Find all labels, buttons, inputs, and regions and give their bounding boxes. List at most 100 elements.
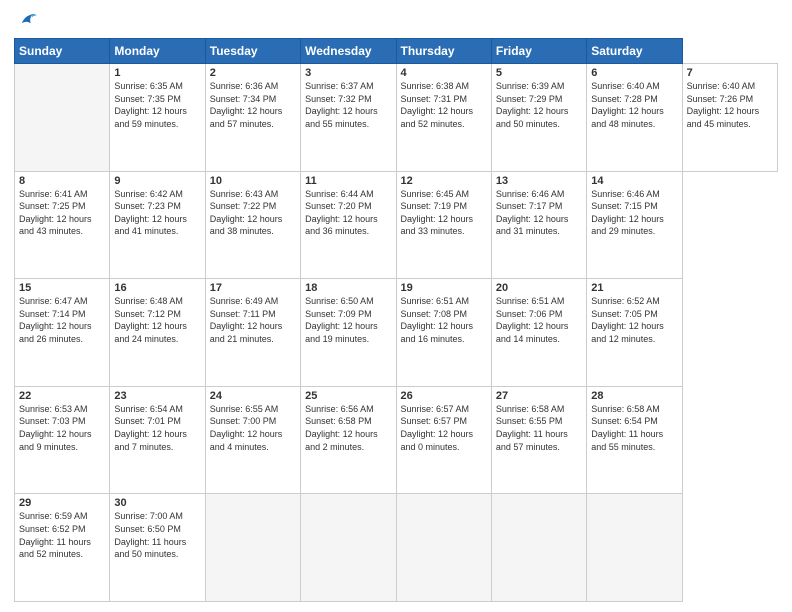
day-detail: Sunrise: 6:37 AMSunset: 7:32 PMDaylight:…	[305, 80, 391, 130]
day-detail: Sunrise: 6:47 AMSunset: 7:14 PMDaylight:…	[19, 295, 105, 345]
col-header-monday: Monday	[110, 39, 205, 64]
calendar-day: 4Sunrise: 6:38 AMSunset: 7:31 PMDaylight…	[396, 64, 491, 172]
day-number: 5	[496, 67, 582, 79]
col-header-sunday: Sunday	[15, 39, 110, 64]
calendar-day: 9Sunrise: 6:42 AMSunset: 7:23 PMDaylight…	[110, 171, 205, 279]
calendar-day	[587, 494, 682, 602]
day-detail: Sunrise: 6:35 AMSunset: 7:35 PMDaylight:…	[114, 80, 200, 130]
calendar-day: 21Sunrise: 6:52 AMSunset: 7:05 PMDayligh…	[587, 279, 682, 387]
day-number: 8	[19, 175, 105, 187]
page: SundayMondayTuesdayWednesdayThursdayFrid…	[0, 0, 792, 612]
day-number: 21	[591, 282, 677, 294]
day-number: 23	[114, 390, 200, 402]
day-number: 2	[210, 67, 296, 79]
day-detail: Sunrise: 6:43 AMSunset: 7:22 PMDaylight:…	[210, 188, 296, 238]
day-detail: Sunrise: 6:51 AMSunset: 7:06 PMDaylight:…	[496, 295, 582, 345]
calendar-day: 1Sunrise: 6:35 AMSunset: 7:35 PMDaylight…	[110, 64, 205, 172]
calendar-body: 1Sunrise: 6:35 AMSunset: 7:35 PMDaylight…	[15, 64, 778, 602]
col-header-friday: Friday	[491, 39, 586, 64]
day-detail: Sunrise: 6:50 AMSunset: 7:09 PMDaylight:…	[305, 295, 391, 345]
day-detail: Sunrise: 6:41 AMSunset: 7:25 PMDaylight:…	[19, 188, 105, 238]
calendar-week-row: 22Sunrise: 6:53 AMSunset: 7:03 PMDayligh…	[15, 386, 778, 494]
calendar-day: 16Sunrise: 6:48 AMSunset: 7:12 PMDayligh…	[110, 279, 205, 387]
calendar-day: 10Sunrise: 6:43 AMSunset: 7:22 PMDayligh…	[205, 171, 300, 279]
calendar-day: 14Sunrise: 6:46 AMSunset: 7:15 PMDayligh…	[587, 171, 682, 279]
calendar-day: 24Sunrise: 6:55 AMSunset: 7:00 PMDayligh…	[205, 386, 300, 494]
day-number: 14	[591, 175, 677, 187]
calendar-day	[301, 494, 396, 602]
col-header-saturday: Saturday	[587, 39, 682, 64]
day-detail: Sunrise: 6:44 AMSunset: 7:20 PMDaylight:…	[305, 188, 391, 238]
col-header-thursday: Thursday	[396, 39, 491, 64]
calendar-day: 28Sunrise: 6:58 AMSunset: 6:54 PMDayligh…	[587, 386, 682, 494]
day-number: 29	[19, 497, 105, 509]
day-number: 11	[305, 175, 391, 187]
calendar-day: 11Sunrise: 6:44 AMSunset: 7:20 PMDayligh…	[301, 171, 396, 279]
day-detail: Sunrise: 7:00 AMSunset: 6:50 PMDaylight:…	[114, 510, 200, 560]
logo-bird-icon	[16, 10, 38, 32]
day-number: 4	[401, 67, 487, 79]
day-number: 28	[591, 390, 677, 402]
calendar-day: 3Sunrise: 6:37 AMSunset: 7:32 PMDaylight…	[301, 64, 396, 172]
calendar-week-row: 1Sunrise: 6:35 AMSunset: 7:35 PMDaylight…	[15, 64, 778, 172]
calendar-week-row: 29Sunrise: 6:59 AMSunset: 6:52 PMDayligh…	[15, 494, 778, 602]
calendar-day: 2Sunrise: 6:36 AMSunset: 7:34 PMDaylight…	[205, 64, 300, 172]
day-detail: Sunrise: 6:36 AMSunset: 7:34 PMDaylight:…	[210, 80, 296, 130]
day-detail: Sunrise: 6:49 AMSunset: 7:11 PMDaylight:…	[210, 295, 296, 345]
day-detail: Sunrise: 6:53 AMSunset: 7:03 PMDaylight:…	[19, 403, 105, 453]
calendar-day: 12Sunrise: 6:45 AMSunset: 7:19 PMDayligh…	[396, 171, 491, 279]
day-detail: Sunrise: 6:51 AMSunset: 7:08 PMDaylight:…	[401, 295, 487, 345]
day-detail: Sunrise: 6:40 AMSunset: 7:28 PMDaylight:…	[591, 80, 677, 130]
day-number: 26	[401, 390, 487, 402]
calendar-day	[396, 494, 491, 602]
calendar-day: 25Sunrise: 6:56 AMSunset: 6:58 PMDayligh…	[301, 386, 396, 494]
day-number: 27	[496, 390, 582, 402]
day-number: 19	[401, 282, 487, 294]
calendar-day	[491, 494, 586, 602]
day-detail: Sunrise: 6:59 AMSunset: 6:52 PMDaylight:…	[19, 510, 105, 560]
day-detail: Sunrise: 6:39 AMSunset: 7:29 PMDaylight:…	[496, 80, 582, 130]
calendar-day: 6Sunrise: 6:40 AMSunset: 7:28 PMDaylight…	[587, 64, 682, 172]
day-number: 24	[210, 390, 296, 402]
calendar-day	[205, 494, 300, 602]
day-detail: Sunrise: 6:56 AMSunset: 6:58 PMDaylight:…	[305, 403, 391, 453]
calendar-day: 26Sunrise: 6:57 AMSunset: 6:57 PMDayligh…	[396, 386, 491, 494]
calendar-day: 5Sunrise: 6:39 AMSunset: 7:29 PMDaylight…	[491, 64, 586, 172]
calendar-table: SundayMondayTuesdayWednesdayThursdayFrid…	[14, 38, 778, 602]
calendar-day: 27Sunrise: 6:58 AMSunset: 6:55 PMDayligh…	[491, 386, 586, 494]
col-header-tuesday: Tuesday	[205, 39, 300, 64]
day-number: 18	[305, 282, 391, 294]
calendar-day: 19Sunrise: 6:51 AMSunset: 7:08 PMDayligh…	[396, 279, 491, 387]
calendar-day: 13Sunrise: 6:46 AMSunset: 7:17 PMDayligh…	[491, 171, 586, 279]
day-detail: Sunrise: 6:58 AMSunset: 6:55 PMDaylight:…	[496, 403, 582, 453]
day-number: 1	[114, 67, 200, 79]
day-detail: Sunrise: 6:48 AMSunset: 7:12 PMDaylight:…	[114, 295, 200, 345]
day-number: 17	[210, 282, 296, 294]
day-detail: Sunrise: 6:42 AMSunset: 7:23 PMDaylight:…	[114, 188, 200, 238]
day-detail: Sunrise: 6:55 AMSunset: 7:00 PMDaylight:…	[210, 403, 296, 453]
day-number: 7	[687, 67, 773, 79]
day-number: 22	[19, 390, 105, 402]
calendar-day: 23Sunrise: 6:54 AMSunset: 7:01 PMDayligh…	[110, 386, 205, 494]
calendar-day: 7Sunrise: 6:40 AMSunset: 7:26 PMDaylight…	[682, 64, 777, 172]
day-detail: Sunrise: 6:38 AMSunset: 7:31 PMDaylight:…	[401, 80, 487, 130]
calendar-day: 18Sunrise: 6:50 AMSunset: 7:09 PMDayligh…	[301, 279, 396, 387]
day-number: 3	[305, 67, 391, 79]
calendar-week-row: 15Sunrise: 6:47 AMSunset: 7:14 PMDayligh…	[15, 279, 778, 387]
day-number: 25	[305, 390, 391, 402]
day-detail: Sunrise: 6:40 AMSunset: 7:26 PMDaylight:…	[687, 80, 773, 130]
calendar-day: 15Sunrise: 6:47 AMSunset: 7:14 PMDayligh…	[15, 279, 110, 387]
calendar-day: 30Sunrise: 7:00 AMSunset: 6:50 PMDayligh…	[110, 494, 205, 602]
day-number: 30	[114, 497, 200, 509]
day-number: 10	[210, 175, 296, 187]
col-header-wednesday: Wednesday	[301, 39, 396, 64]
day-detail: Sunrise: 6:54 AMSunset: 7:01 PMDaylight:…	[114, 403, 200, 453]
day-number: 9	[114, 175, 200, 187]
calendar-day: 22Sunrise: 6:53 AMSunset: 7:03 PMDayligh…	[15, 386, 110, 494]
day-detail: Sunrise: 6:45 AMSunset: 7:19 PMDaylight:…	[401, 188, 487, 238]
calendar-day: 17Sunrise: 6:49 AMSunset: 7:11 PMDayligh…	[205, 279, 300, 387]
day-number: 20	[496, 282, 582, 294]
calendar-header-row: SundayMondayTuesdayWednesdayThursdayFrid…	[15, 39, 778, 64]
header	[14, 10, 778, 32]
calendar-day: 29Sunrise: 6:59 AMSunset: 6:52 PMDayligh…	[15, 494, 110, 602]
